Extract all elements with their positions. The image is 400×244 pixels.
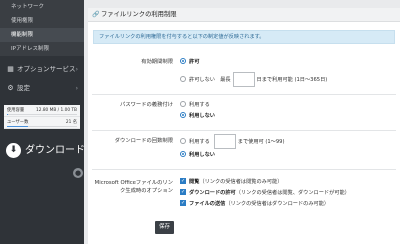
info-notice: ファイルリンクの利用権限を付与すると以下の制定値が反映されます。 [93, 30, 395, 44]
users-value: 21 名 [65, 120, 77, 125]
usage-summary: 使用容量 12.80 MB / 1.00 TB ユーザー数 21 名 [4, 105, 80, 129]
office-view-desc: （リンクの受信者は閲覧のみ可能） [199, 179, 283, 185]
password-nouse-option[interactable]: 利用しない [180, 111, 215, 120]
expiry-allow-option[interactable]: 許可 [180, 57, 200, 66]
user-count: ユーザー数 21 名 [4, 117, 80, 129]
divider [92, 169, 396, 170]
divider [92, 130, 396, 131]
sidebar-item-ip-restrictions[interactable]: IPアドレス制限 [0, 42, 84, 56]
download-limit-use-option[interactable]: 利用する まで使用可 (1〜99) [180, 134, 285, 149]
link-icon: 🔗 [92, 11, 100, 18]
office-send-label: ファイルの送信 [189, 201, 226, 207]
office-send-option[interactable]: ✓ ファイルの送信（リンクの受信者はダウンロードのみ可能） [180, 199, 330, 208]
office-download-desc: （リンクの受信者は閲覧、ダウンロードが可能） [235, 190, 350, 196]
storage-progress-bar [7, 114, 77, 115]
grid-icon: ▦ [7, 65, 14, 73]
sidebar-item-network[interactable]: ネットワーク [0, 0, 84, 14]
expiry-deny-prefix: 許可しない 最長 [189, 77, 231, 83]
expiry-days-input[interactable] [232, 72, 255, 87]
download-limit-use-radio[interactable] [180, 137, 186, 144]
password-nouse-label: 利用しない [189, 113, 215, 119]
password-use-radio[interactable] [180, 100, 186, 107]
office-download-label: ダウンロードの許可 [189, 190, 236, 196]
download-limit-use-prefix: 利用する [189, 139, 210, 145]
download-limit-nouse-radio[interactable] [180, 150, 186, 157]
page-title: ファイルリンクの利用制限 [101, 11, 177, 18]
download-icon: ⬇ [6, 142, 21, 158]
password-nouse-radio[interactable] [180, 111, 186, 118]
office-send-desc: （リンクの受信者はダウンロードのみ可能） [225, 201, 330, 207]
password-label: パスワードの義務付け [120, 102, 173, 108]
download-count-input[interactable] [213, 134, 236, 149]
panel-header: 🔗 ファイルリンクの利用制限 [88, 8, 400, 22]
storage-value: 12.80 MB / 1.00 TB [35, 108, 77, 113]
office-download-checkbox[interactable]: ✓ [180, 188, 186, 195]
chevron-right-icon: › [75, 85, 78, 92]
expiry-allow-radio[interactable] [180, 57, 186, 64]
download-limit-nouse-label: 利用しない [189, 152, 215, 158]
sidebar-section-label: オプションサービス [17, 65, 76, 73]
sidebar-submenu: ネットワーク 使用権限 機能制限 IPアドレス制限 [0, 0, 84, 56]
collapse-icon: ● [74, 169, 82, 177]
gear-icon: ⚙ [7, 84, 14, 92]
expiry-deny-radio[interactable] [180, 75, 186, 82]
expiry-deny-suffix: 日まで利用可能 (1日〜365日) [256, 77, 328, 83]
download-limit-use-suffix: まで使用可 (1〜99) [237, 139, 285, 145]
password-use-label: 利用する [189, 102, 210, 108]
download-link[interactable]: ⬇ ダウンロード [6, 140, 85, 162]
sidebar-item-feature-restrictions[interactable]: 機能制限 [0, 28, 84, 42]
expiry-allow-label: 許可 [189, 59, 200, 65]
office-view-checkbox[interactable]: ✓ [180, 177, 186, 184]
download-limit-label: ダウンロードの回数制限 [114, 138, 173, 144]
office-send-checkbox[interactable]: ✓ [180, 199, 186, 206]
expiry-label: 有効期間制限 [141, 59, 173, 65]
download-limit-nouse-option[interactable]: 利用しない [180, 150, 215, 159]
sidebar-item-settings[interactable]: ⚙ 設定 › [0, 79, 84, 98]
divider [92, 94, 396, 95]
office-options-label: Microsoft Officeファイルのリンク生成時のオプション [94, 180, 173, 194]
file-link-settings-panel: 🔗 ファイルリンクの利用制限 ファイルリンクの利用権限を付与すると以下の制定値が反… [88, 8, 400, 244]
office-view-label: 閲覧 [189, 179, 200, 185]
collapse-sidebar-button[interactable]: ● [73, 168, 83, 178]
chevron-right-icon: › [75, 66, 78, 73]
sidebar-section-label: 設定 [17, 84, 30, 92]
expiry-deny-option[interactable]: 許可しない 最長 日まで利用可能 (1日〜365日) [180, 72, 327, 87]
storage-usage: 使用容量 12.80 MB / 1.00 TB [4, 105, 80, 117]
storage-progress-fill [7, 114, 9, 115]
download-label: ダウンロード [25, 145, 85, 156]
users-label: ユーザー数 [7, 120, 29, 125]
save-button[interactable]: 保存 [155, 221, 174, 234]
storage-label: 使用容量 [7, 108, 25, 113]
sidebar: ネットワーク 使用権限 機能制限 IPアドレス制限 ▦ オプションサービス › ⚙… [0, 0, 85, 244]
office-download-option[interactable]: ✓ ダウンロードの許可（リンクの受信者は閲覧、ダウンロードが可能） [180, 188, 350, 197]
users-progress-fill [7, 126, 28, 127]
office-view-option[interactable]: ✓ 閲覧（リンクの受信者は閲覧のみ可能） [180, 177, 283, 186]
users-progress-bar [7, 126, 77, 127]
password-use-option[interactable]: 利用する [180, 100, 210, 109]
sidebar-item-permissions[interactable]: 使用権限 [0, 14, 84, 28]
sidebar-item-option-services[interactable]: ▦ オプションサービス › [0, 60, 84, 79]
